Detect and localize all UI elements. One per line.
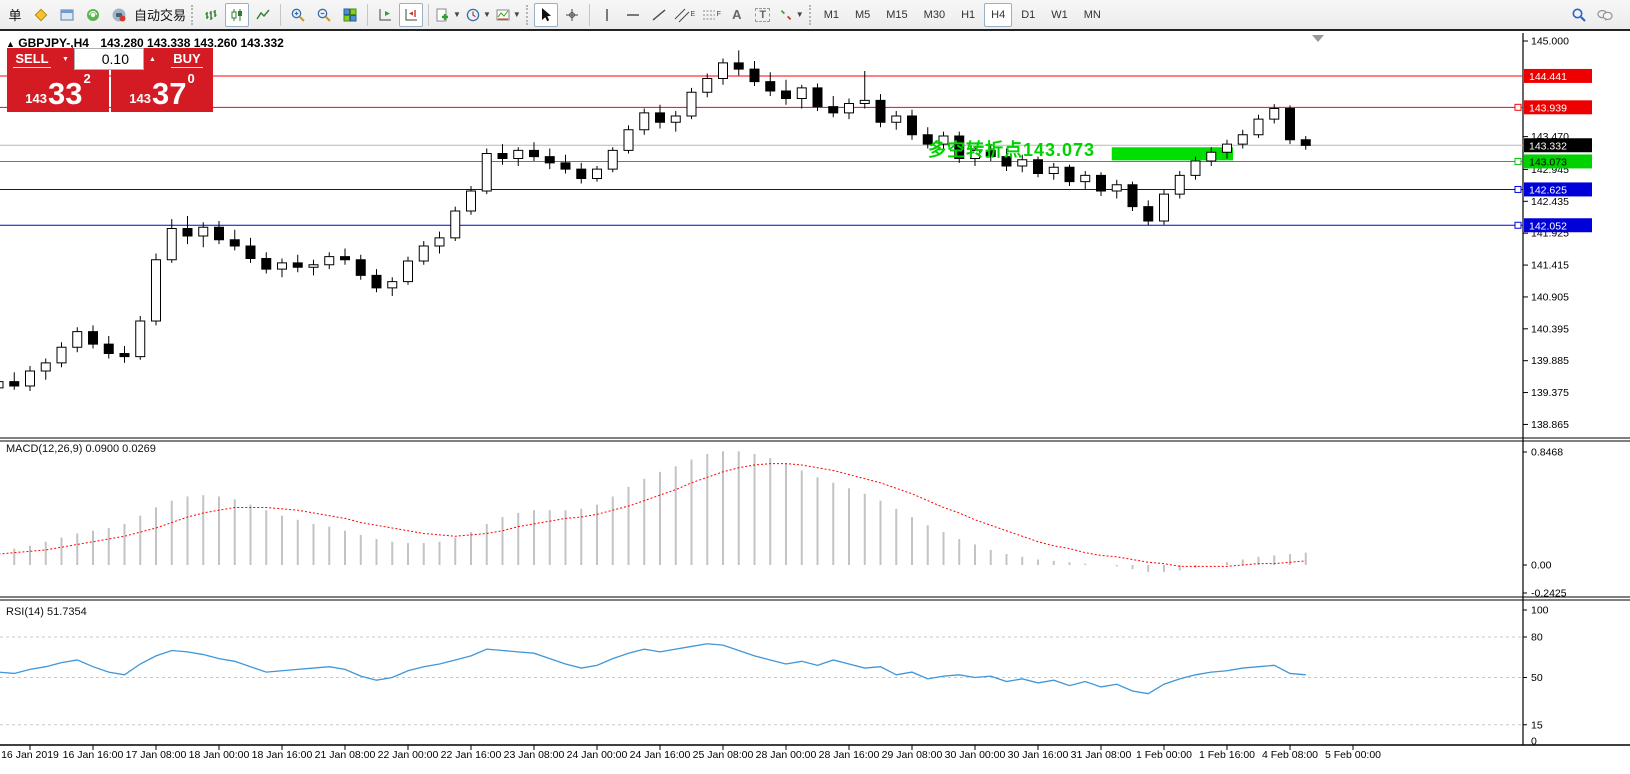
main-toolbar: 单 自动交易 ▼ ▼ ▼ [0,0,1630,31]
autotrading-icon[interactable] [107,3,131,27]
toolbar-separator [589,4,590,26]
tab-timeframe-m5[interactable]: M5 [848,3,877,27]
tile-windows-icon[interactable] [338,3,362,27]
autotrading-button[interactable]: 自动交易 [133,3,187,27]
horizontal-line-tool-icon[interactable] [621,3,645,27]
time-axis[interactable] [0,746,1523,774]
tab-timeframe-h4[interactable]: H4 [984,3,1012,27]
chart-shift-icon[interactable] [399,3,423,27]
zoom-out-icon[interactable] [312,3,336,27]
line-chart-icon[interactable] [251,3,275,27]
toolbar-separator [280,4,281,26]
auto-scroll-icon[interactable] [373,3,397,27]
text-label-tool-icon[interactable]: T [751,3,775,27]
volume-decrease-button[interactable]: ▼ [57,48,74,70]
sell-button[interactable]: SELL [7,48,57,70]
profiles-icon[interactable] [55,3,79,27]
toolbar-separator [367,4,368,26]
crosshair-tool-icon[interactable] [560,3,584,27]
toolbar-grip [191,5,195,25]
periods-icon[interactable]: ▼ [464,3,492,27]
one-click-trading-panel: SELL ▼ ▲ BUY 143 33 2 143 37 0 [7,48,213,112]
zoom-in-icon[interactable] [286,3,310,27]
trendline-tool-icon[interactable] [647,3,671,27]
candlestick-chart-icon[interactable] [225,3,249,27]
arrows-tool-icon[interactable]: ▼ [777,3,805,27]
volume-input[interactable] [74,48,144,70]
volume-increase-button[interactable]: ▲ [144,48,161,70]
new-order-tag-icon[interactable] [29,3,53,27]
timeframe-group: M1M5M15M30H1H4D1W1MN [816,3,1109,27]
macd-indicator-label: MACD(12,26,9) 0.0900 0.0269 [6,443,156,455]
fibonacci-tool-icon[interactable]: F [699,3,723,27]
turning-point-annotation: 多空转折点143.073 [928,136,1095,162]
tab-timeframe-m1[interactable]: M1 [817,3,846,27]
tab-timeframe-m15[interactable]: M15 [879,3,914,27]
toolbar-grip [526,5,530,25]
community-chat-icon[interactable] [1593,3,1617,27]
tab-timeframe-h1[interactable]: H1 [954,3,982,27]
vertical-line-tool-icon[interactable] [595,3,619,27]
price-axis[interactable] [1524,33,1630,745]
equidistant-channel-tool-icon[interactable]: E [673,3,697,27]
tab-timeframe-w1[interactable]: W1 [1044,3,1075,27]
toolbar-separator [428,4,429,26]
tab-timeframe-m30[interactable]: M30 [917,3,952,27]
sell-price-display[interactable]: 143 33 2 [7,70,109,112]
bar-chart-icon[interactable] [199,3,223,27]
cursor-tool-icon[interactable] [534,3,558,27]
templates-icon[interactable]: ▼ [494,3,522,27]
search-icon[interactable] [1567,3,1591,27]
chart-canvas[interactable]: 16 Jan 201916 Jan 16:0017 Jan 08:0018 Ja… [0,0,1630,774]
tab-timeframe-d1[interactable]: D1 [1014,3,1042,27]
new-order-button[interactable]: 单 [3,3,27,27]
buy-price-display[interactable]: 143 37 0 [111,70,213,112]
signals-icon[interactable] [81,3,105,27]
chart-area[interactable]: 16 Jan 201916 Jan 16:0017 Jan 08:0018 Ja… [0,0,1630,774]
buy-button[interactable]: BUY [161,48,213,70]
indicators-icon[interactable]: ▼ [434,3,462,27]
rsi-indicator-label: RSI(14) 51.7354 [6,606,87,618]
text-tool-icon[interactable]: A [725,3,749,27]
tab-timeframe-mn[interactable]: MN [1077,3,1108,27]
toolbar-grip [809,5,813,25]
